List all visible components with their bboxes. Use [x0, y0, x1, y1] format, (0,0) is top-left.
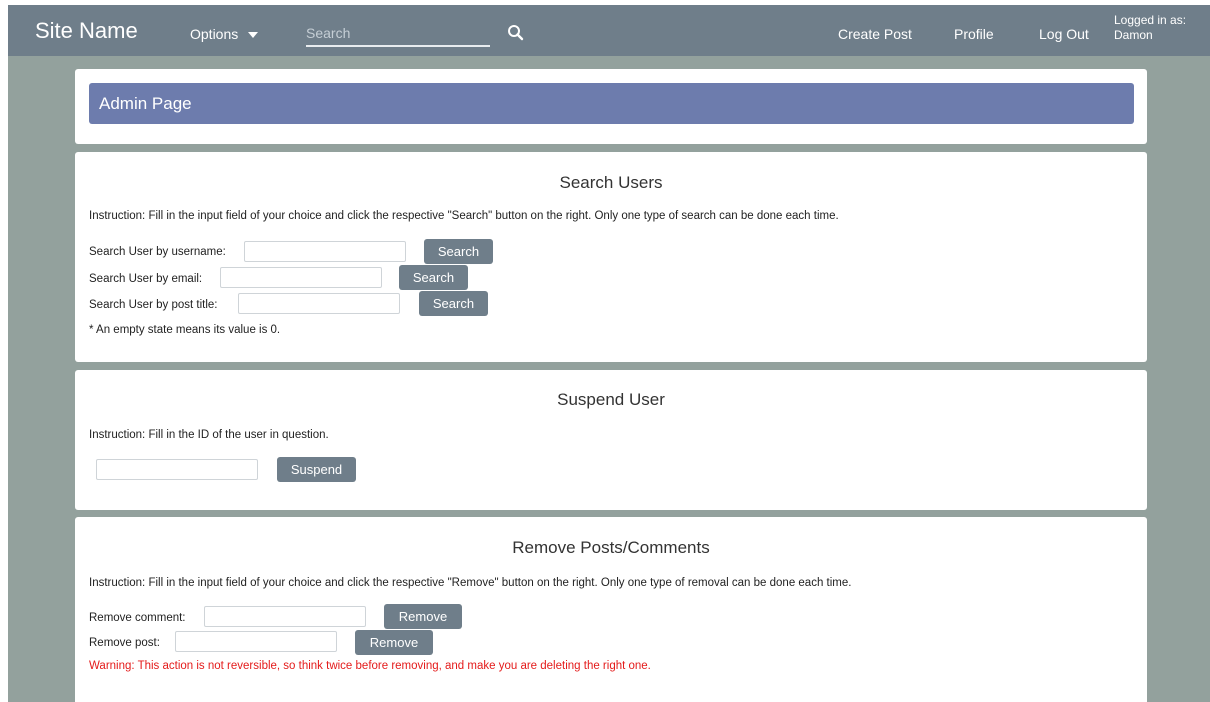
- username-search-input[interactable]: [244, 241, 406, 262]
- search-icon[interactable]: [506, 23, 526, 43]
- remove-post-input[interactable]: [175, 631, 337, 652]
- suspend-button[interactable]: Suspend: [277, 457, 356, 482]
- search-users-title: Search Users: [559, 173, 663, 192]
- post-title-search-input[interactable]: [238, 293, 400, 314]
- create-post-link[interactable]: Create Post: [838, 26, 912, 42]
- remove-posts-instruction: Instruction: Fill in the input field of …: [89, 577, 852, 589]
- email-search-label: Search User by email:: [89, 273, 203, 285]
- site-brand[interactable]: Site Name: [35, 18, 138, 44]
- profile-link[interactable]: Profile: [954, 26, 994, 42]
- caret-down-icon: [248, 32, 259, 39]
- email-search-button[interactable]: Search: [399, 265, 468, 290]
- page-frame: Site Name Options Create Post Profile Lo…: [8, 5, 1210, 702]
- top-navbar: Site Name Options Create Post Profile Lo…: [8, 5, 1210, 56]
- username-search-button[interactable]: Search: [424, 239, 493, 264]
- page-title: Admin Page: [99, 94, 192, 113]
- search-users-instruction: Instruction: Fill in the input field of …: [89, 210, 839, 222]
- remove-comment-input[interactable]: [204, 606, 366, 627]
- search-field: [306, 23, 490, 47]
- post-title-search-label: Search User by post title:: [89, 299, 218, 311]
- remove-post-button[interactable]: Remove: [355, 630, 433, 655]
- remove-comment-label: Remove comment:: [89, 612, 186, 624]
- username-search-label: Search User by username:: [89, 246, 226, 258]
- remove-posts-card: Remove Posts/Comments Instruction: Fill …: [75, 517, 1147, 702]
- login-status: Logged in as: Damon: [1114, 13, 1186, 43]
- admin-banner: Admin Page: [89, 83, 1134, 124]
- removal-warning: Warning: This action is not reversible, …: [89, 660, 651, 672]
- empty-state-note: * An empty state means its value is 0.: [89, 324, 281, 336]
- user-id-input[interactable]: [96, 459, 258, 480]
- admin-header-card: Admin Page: [75, 69, 1147, 144]
- suspend-user-instruction: Instruction: Fill in the ID of the user …: [89, 429, 329, 441]
- suspend-user-title: Suspend User: [557, 390, 665, 409]
- suspend-user-card: Suspend User Instruction: Fill in the ID…: [75, 370, 1147, 510]
- remove-comment-button[interactable]: Remove: [384, 604, 462, 629]
- logout-link[interactable]: Log Out: [1039, 26, 1089, 42]
- email-search-input[interactable]: [220, 267, 382, 288]
- remove-posts-title: Remove Posts/Comments: [512, 538, 710, 557]
- search-users-card: Search Users Instruction: Fill in the in…: [75, 152, 1147, 362]
- search-input[interactable]: [306, 23, 490, 43]
- logged-in-label: Logged in as:: [1114, 13, 1187, 27]
- remove-post-label: Remove post:: [89, 637, 160, 649]
- post-title-search-button[interactable]: Search: [419, 291, 488, 316]
- options-label: Options: [190, 26, 239, 42]
- options-menu[interactable]: Options: [190, 26, 259, 42]
- logged-in-username: Damon: [1114, 28, 1153, 42]
